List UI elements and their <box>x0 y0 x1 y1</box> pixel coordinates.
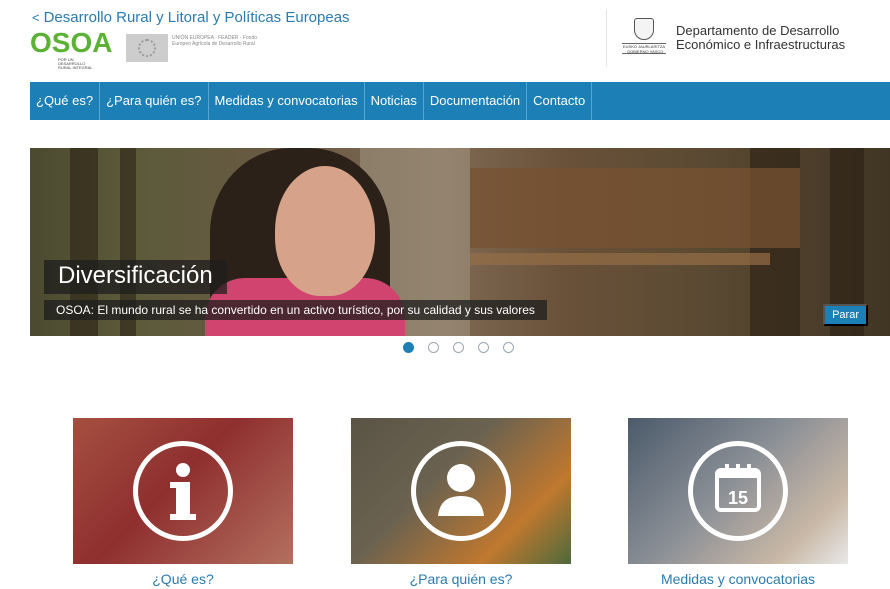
header-divider <box>606 10 607 66</box>
slider-dot[interactable] <box>428 342 439 353</box>
nav-item-documentacion[interactable]: Documentación <box>424 82 528 120</box>
calendar-icon: 15 <box>688 441 788 541</box>
card-label-medidas[interactable]: Medidas y convocatorias <box>628 571 848 587</box>
slide-photo <box>275 166 375 296</box>
nav-item-medidas[interactable]: Medidas y convocatorias <box>209 82 365 120</box>
nav-item-contacto[interactable]: Contacto <box>527 82 593 120</box>
nav-item-para-quien-es[interactable]: ¿Para quién es? <box>100 82 209 120</box>
card-label-que-es[interactable]: ¿Qué es? <box>73 571 293 587</box>
card-medidas[interactable]: 15 <box>628 418 848 564</box>
card-para-quien-es[interactable] <box>351 418 571 564</box>
nav-item-que-es[interactable]: ¿Qué es? <box>30 82 101 120</box>
crest-icon <box>634 18 654 40</box>
osoa-logo-subtitle: POR UN DESARROLLO RURAL INTEGRAL <box>58 57 93 70</box>
osoa-logo[interactable]: OSOA POR UN DESARROLLO RURAL INTEGRAL <box>30 27 113 70</box>
department-name: Departamento de Desarrollo Económico e I… <box>676 23 846 52</box>
gov-logo-text: EUSKO JAURLARITZA · GOBIERNO VASCO <box>622 43 666 54</box>
card-que-es[interactable] <box>73 418 293 564</box>
back-link-label: Desarrollo Rural y Litoral y Políticas E… <box>43 9 350 26</box>
slider-dot[interactable] <box>503 342 514 353</box>
main-nav: ¿Qué es? ¿Para quién es? Medidas y convo… <box>30 82 890 120</box>
slide-caption: OSOA: El mundo rural se ha convertido en… <box>44 300 547 320</box>
slider-dot[interactable] <box>403 342 414 353</box>
osoa-logo-text: OSOA <box>30 27 113 58</box>
person-icon <box>411 441 511 541</box>
card-label-para-quien-es[interactable]: ¿Para quién es? <box>351 571 571 587</box>
back-link[interactable]: < Desarrollo Rural y Litoral y Políticas… <box>32 9 350 26</box>
info-icon <box>133 441 233 541</box>
eu-logo-text: UNIÓN EUROPEA · FEADER · Fondo Europeo A… <box>172 35 258 47</box>
slider-pagination <box>403 342 528 353</box>
nav-item-noticias[interactable]: Noticias <box>365 82 424 120</box>
pause-button[interactable]: Parar <box>823 304 868 326</box>
eu-feader-logo: UNIÓN EUROPEA · FEADER · Fondo Europeo A… <box>126 34 276 64</box>
site-header: < Desarrollo Rural y Litoral y Políticas… <box>0 0 890 80</box>
slide-title: Diversificación <box>44 260 227 294</box>
basque-government-logo[interactable]: EUSKO JAURLARITZA · GOBIERNO VASCO <box>622 18 666 56</box>
chevron-left-icon: < <box>32 10 40 25</box>
slider-dot[interactable] <box>453 342 464 353</box>
eu-flag-icon <box>126 34 168 62</box>
hero-slider[interactable]: Diversificación OSOA: El mundo rural se … <box>30 148 890 336</box>
calendar-number: 15 <box>728 488 748 508</box>
slider-dot[interactable] <box>478 342 489 353</box>
